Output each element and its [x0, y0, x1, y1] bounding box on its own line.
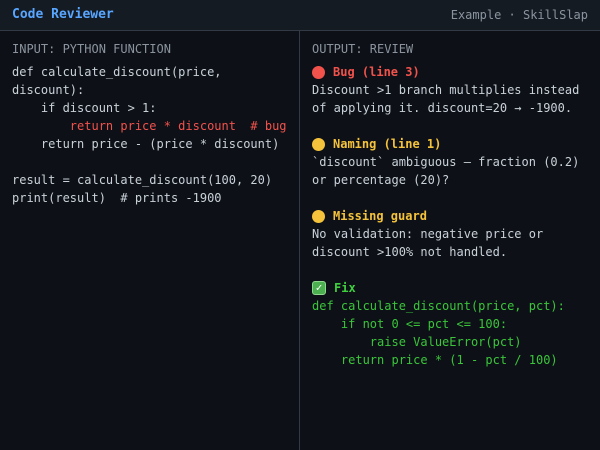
code-line: print(result) # prints -1900 — [12, 189, 289, 207]
review-body: `discount` ambiguous — fraction (0.2) or… — [312, 153, 590, 189]
review-section: Missing guardNo validation: negative pri… — [312, 207, 590, 261]
code-line: def calculate_discount(price, pct): — [312, 297, 590, 315]
code-line: return price * discount # bug — [12, 117, 289, 135]
review-title: Fix — [334, 279, 356, 297]
yellow-circle-icon — [312, 138, 325, 151]
input-code: def calculate_discount(price, discount):… — [12, 63, 289, 207]
fix-code: def calculate_discount(price, pct): if n… — [312, 297, 590, 369]
code-line: def calculate_discount(price, discount): — [12, 63, 289, 99]
output-panel-label: OUTPUT: REVIEW — [312, 40, 590, 58]
code-line: if discount > 1: — [12, 99, 289, 117]
red-circle-icon — [312, 66, 325, 79]
review-section: Bug (line 3)Discount >1 branch multiplie… — [312, 63, 590, 117]
yellow-circle-icon — [312, 210, 325, 223]
input-panel: INPUT: PYTHON FUNCTION def calculate_dis… — [0, 31, 300, 450]
code-line: raise ValueError(pct) — [312, 333, 590, 351]
app-title: Code Reviewer — [12, 6, 114, 24]
review-section: Naming (line 1)`discount` ambiguous — fr… — [312, 135, 590, 189]
output-panel: OUTPUT: REVIEW Bug (line 3)Discount >1 b… — [300, 31, 600, 450]
review-section: ✓ Fixdef calculate_discount(price, pct): … — [312, 279, 590, 369]
review-heading: Bug (line 3) — [312, 63, 590, 81]
review-title: Missing guard — [333, 207, 427, 225]
review-heading: Missing guard — [312, 207, 590, 225]
header: Code Reviewer Example · SkillSlap — [0, 0, 600, 31]
review-heading: Naming (line 1) — [312, 135, 590, 153]
code-line: result = calculate_discount(100, 20) — [12, 171, 289, 189]
green-check-icon: ✓ — [312, 281, 326, 295]
code-line: return price * (1 - pct / 100) — [312, 351, 590, 369]
review-title: Naming (line 1) — [333, 135, 441, 153]
review-heading: ✓ Fix — [312, 279, 590, 297]
code-line: if not 0 <= pct <= 100: — [312, 315, 590, 333]
review-body: No validation: negative price or discoun… — [312, 225, 590, 261]
review-title: Bug (line 3) — [333, 63, 420, 81]
review-sections: Bug (line 3)Discount >1 branch multiplie… — [312, 63, 590, 369]
header-meta: Example · SkillSlap — [451, 6, 588, 24]
main-content: INPUT: PYTHON FUNCTION def calculate_dis… — [0, 31, 600, 450]
code-line — [12, 153, 289, 171]
code-line: return price - (price * discount) — [12, 135, 289, 153]
input-panel-label: INPUT: PYTHON FUNCTION — [12, 40, 289, 58]
review-body: Discount >1 branch multiplies instead of… — [312, 81, 590, 117]
